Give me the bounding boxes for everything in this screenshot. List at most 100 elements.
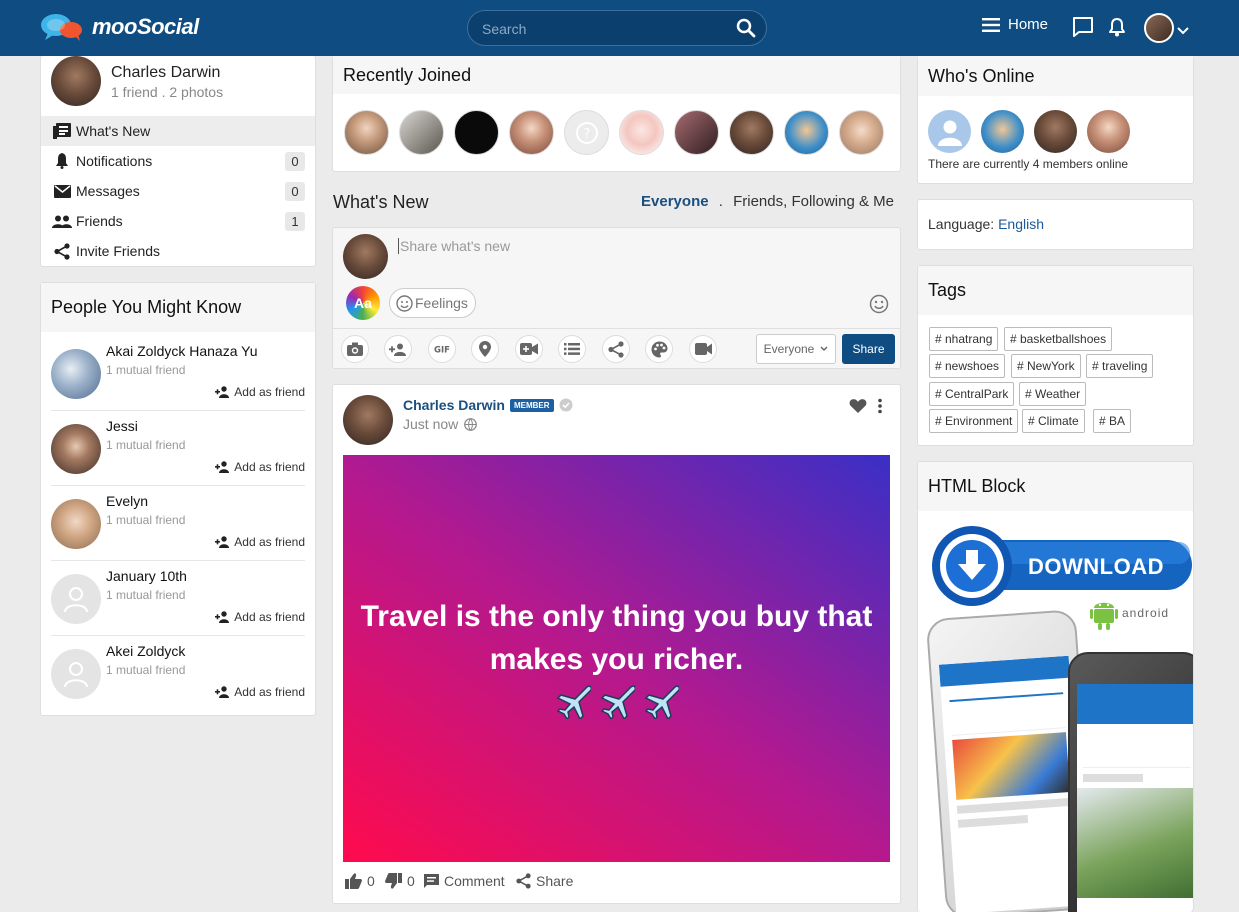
brand-name: mooSocial — [92, 14, 199, 39]
share-button[interactable]: Share — [516, 873, 573, 889]
status-input[interactable]: Share what's new — [398, 238, 888, 254]
heart-icon[interactable] — [849, 398, 867, 417]
default-avatar-icon[interactable] — [51, 574, 101, 624]
brand-logo[interactable]: mooSocial — [40, 12, 199, 42]
video-add-icon[interactable] — [515, 335, 543, 363]
recently-joined-title: Recently Joined — [343, 64, 472, 85]
more-options-icon[interactable] — [877, 398, 883, 417]
language-select-link[interactable]: English — [998, 216, 1044, 232]
tag-item[interactable]: # newshoes — [929, 354, 1006, 378]
tag-item[interactable]: # CentralPark — [929, 382, 1015, 406]
search-input[interactable] — [482, 19, 722, 39]
add-user-icon — [215, 686, 230, 698]
tag-item[interactable]: # Weather — [1019, 382, 1087, 406]
bell-icon — [51, 153, 73, 169]
tag-friend-icon[interactable] — [384, 335, 412, 363]
member-avatar[interactable] — [839, 110, 884, 155]
menu-item-friends[interactable]: Friends 1 — [41, 206, 315, 236]
online-member-avatar[interactable] — [1034, 110, 1077, 153]
filter-everyone[interactable]: Everyone — [641, 193, 709, 210]
member-avatar[interactable] — [729, 110, 774, 155]
dislike-count: 0 — [407, 873, 415, 889]
notification-bell-icon[interactable] — [1108, 17, 1126, 40]
tag-item[interactable]: # Climate — [1022, 409, 1085, 433]
gif-icon[interactable]: GIF — [428, 335, 456, 363]
member-avatar[interactable] — [784, 110, 829, 155]
share-post-button[interactable]: Share — [842, 334, 895, 364]
tag-item[interactable]: # NewYork — [1011, 354, 1081, 378]
list-icon[interactable] — [558, 335, 586, 363]
online-member-avatar[interactable] — [1087, 110, 1130, 153]
post-author-avatar[interactable] — [343, 395, 393, 445]
composer-avatar — [343, 234, 388, 279]
tag-item[interactable]: # basketballshoes — [1004, 327, 1113, 351]
member-avatar[interactable] — [454, 110, 499, 155]
list-item: Akai Zoldyck Hanaza Yu 1 mutual friend A… — [51, 337, 305, 411]
filter-friends-following[interactable]: Friends, Following & Me — [733, 193, 894, 210]
recently-joined-header: Recently Joined — [333, 56, 900, 94]
post-time[interactable]: Just now — [403, 416, 458, 432]
privacy-select[interactable]: Everyone — [756, 334, 836, 364]
default-avatar-icon[interactable] — [51, 649, 101, 699]
filter-separator: . — [718, 193, 723, 210]
menu-item-whats-new[interactable]: What's New — [41, 116, 315, 146]
location-pin-icon[interactable] — [471, 335, 499, 363]
menu-label: Messages — [76, 183, 140, 199]
member-avatar[interactable] — [509, 110, 554, 155]
person-name[interactable]: Jessi — [106, 418, 138, 434]
add-friend-button[interactable]: Add as friend — [215, 385, 305, 399]
text-style-button[interactable]: Aa — [346, 286, 380, 320]
add-friend-label: Add as friend — [234, 460, 305, 474]
person-avatar[interactable] — [51, 349, 101, 399]
add-friend-button[interactable]: Add as friend — [215, 685, 305, 699]
add-friend-button[interactable]: Add as friend — [215, 460, 305, 474]
add-friend-button[interactable]: Add as friend — [215, 535, 305, 549]
menu-item-invite-friends[interactable]: Invite Friends — [41, 236, 315, 266]
person-name[interactable]: Akai Zoldyck Hanaza Yu — [106, 343, 258, 359]
default-avatar-icon[interactable] — [928, 110, 971, 153]
user-avatar[interactable] — [1144, 13, 1174, 43]
member-avatar[interactable] — [674, 110, 719, 155]
member-avatar[interactable] — [344, 110, 389, 155]
default-avatar-icon[interactable]: ? — [564, 110, 609, 155]
person-name[interactable]: January 10th — [106, 568, 187, 584]
person-avatar[interactable] — [51, 499, 101, 549]
menu-item-messages[interactable]: Messages 0 — [41, 176, 315, 206]
post-author-name[interactable]: Charles Darwin — [403, 397, 505, 413]
palette-icon[interactable] — [645, 335, 673, 363]
tag-item[interactable]: # Environment — [929, 409, 1019, 433]
emoji-icon[interactable] — [869, 294, 889, 317]
add-friend-button[interactable]: Add as friend — [215, 610, 305, 624]
messages-icon[interactable] — [1072, 16, 1094, 41]
share-link-icon[interactable] — [602, 335, 630, 363]
dislike-button[interactable]: 0 — [385, 873, 415, 889]
video-camera-icon[interactable] — [689, 335, 717, 363]
feelings-button[interactable]: Feelings — [389, 288, 476, 318]
chevron-down-icon[interactable] — [1177, 22, 1189, 38]
thumbs-up-icon — [345, 873, 362, 889]
home-nav-link[interactable]: Home — [982, 16, 1048, 33]
profile-name[interactable]: Charles Darwin — [111, 64, 220, 82]
list-item: Evelyn 1 mutual friend Add as friend — [51, 487, 305, 561]
member-avatar[interactable] — [399, 110, 444, 155]
tag-item[interactable]: # BA — [1093, 409, 1132, 433]
language-card: Language: English — [917, 199, 1194, 250]
person-name[interactable]: Evelyn — [106, 493, 148, 509]
phone-mockup-dark — [1068, 652, 1193, 912]
profile-avatar[interactable] — [51, 56, 101, 106]
add-user-icon — [215, 386, 230, 398]
comment-button[interactable]: Comment — [424, 873, 505, 889]
search-icon[interactable] — [736, 18, 756, 41]
tag-item[interactable]: # traveling — [1086, 354, 1154, 378]
phone-text-line — [956, 797, 1072, 814]
person-avatar[interactable] — [51, 424, 101, 474]
member-avatar[interactable] — [619, 110, 664, 155]
pymk-card: People You Might Know Akai Zoldyck Hanaz… — [40, 282, 316, 716]
like-button[interactable]: 0 — [345, 873, 375, 889]
menu-item-notifications[interactable]: Notifications 0 — [41, 146, 315, 176]
camera-icon[interactable] — [341, 335, 369, 363]
person-name[interactable]: Akei Zoldyck — [106, 643, 185, 659]
tag-item[interactable]: # nhatrang — [929, 327, 999, 351]
online-member-avatar[interactable] — [981, 110, 1024, 153]
recently-joined-card: Recently Joined ? — [332, 56, 901, 172]
